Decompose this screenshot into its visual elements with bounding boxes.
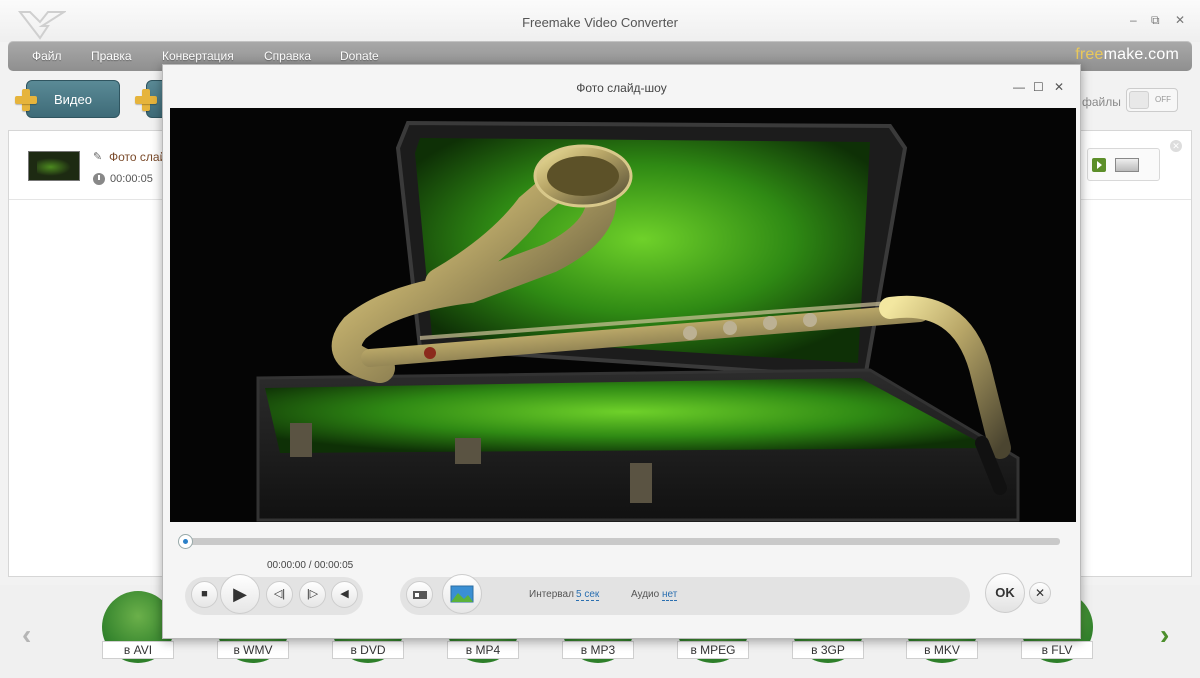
format-mkv-button[interactable]: в MKV [906,641,978,659]
cancel-button[interactable]: ✕ [1029,582,1051,604]
formats-next-arrow[interactable]: › [1160,619,1169,651]
close-button[interactable]: ✕ [1175,13,1185,27]
minimize-button[interactable]: – [1130,13,1137,27]
plus-icon [134,88,158,112]
audio-label: Аудио [631,589,660,600]
play-icon[interactable] [1092,158,1106,172]
brand-free: free [1075,46,1104,63]
app-title: Freemake Video Converter [522,15,678,30]
dialog-title: Фото слайд-шоу [576,81,667,95]
format-dvd-button[interactable]: в DVD [332,641,404,659]
volume-button[interactable]: ◀ [331,581,358,608]
audio-value[interactable]: нет [662,589,678,601]
file-thumbnail[interactable] [28,151,80,181]
prev-frame-button[interactable]: ◁| [266,581,293,608]
format-mpeg-button[interactable]: в MPEG [677,641,749,659]
format-mp3-button[interactable]: в MP3 [562,641,634,659]
interval-value[interactable]: 5 сек [576,589,600,601]
toggle-knob [1129,91,1149,109]
brand-logo[interactable]: freemake.com [1075,46,1179,64]
photo-preview [170,108,1076,522]
stop-button[interactable]: ■ [191,581,218,608]
menu-edit[interactable]: Правка [91,49,132,63]
dialog-minimize-button[interactable]: — [1013,80,1025,94]
brand-rest: make.com [1103,46,1179,63]
file-name[interactable]: Фото слай [109,150,166,164]
format-flv-button[interactable]: в FLV [1021,641,1093,659]
dialog-close-button[interactable]: ✕ [1054,80,1064,94]
photo-settings-button[interactable] [442,574,482,614]
next-frame-button[interactable]: |▷ [299,581,326,608]
formats-prev-arrow[interactable]: ‹ [22,619,31,651]
format-wmv-button[interactable]: в WMV [217,641,289,659]
format-avi-button[interactable]: в AVI [102,641,174,659]
seek-handle[interactable] [178,534,193,549]
clock-icon [93,173,105,185]
menu-help[interactable]: Справка [264,49,311,63]
slideshow-settings [400,577,970,615]
play-button[interactable]: ▶ [220,574,260,614]
menu-donate[interactable]: Donate [340,49,379,63]
menu-file[interactable]: Файл [32,49,62,63]
join-files-toggle[interactable]: OFF [1126,88,1178,112]
add-video-label: Видео [54,92,92,107]
image-icon [450,585,474,603]
remove-file-button[interactable]: ✕ [1170,140,1182,152]
ok-button[interactable]: OK [985,573,1025,613]
title-bar: Freemake Video Converter – ⧉ ✕ [0,0,1200,42]
add-video-button[interactable]: Видео [26,80,120,118]
format-mp4-button[interactable]: в MP4 [447,641,519,659]
timecode: 00:00:00 / 00:00:05 [267,560,354,571]
menu-convert[interactable]: Конвертация [162,49,234,63]
toggle-state: OFF [1155,95,1171,104]
saxophone-photo [170,108,1076,522]
row-actions [1087,148,1160,181]
plus-icon [14,88,38,112]
interval-label: Интервал [529,589,574,600]
restore-button[interactable]: ⧉ [1151,13,1160,28]
film-icon [412,591,427,599]
dialog-maximize-button[interactable]: ☐ [1033,80,1044,94]
seek-bar[interactable] [183,538,1060,545]
pencil-icon[interactable]: ✎ [93,150,102,163]
picture-icon[interactable] [1115,158,1139,172]
file-duration: 00:00:05 [110,173,153,185]
add-photo-button[interactable] [406,581,433,608]
format-3gp-button[interactable]: в 3GP [792,641,864,659]
files-label: файлы [1082,95,1121,109]
slideshow-dialog: Фото слайд-шоу — ☐ ✕ 00:00:00 / 00:00:05… [162,64,1081,639]
